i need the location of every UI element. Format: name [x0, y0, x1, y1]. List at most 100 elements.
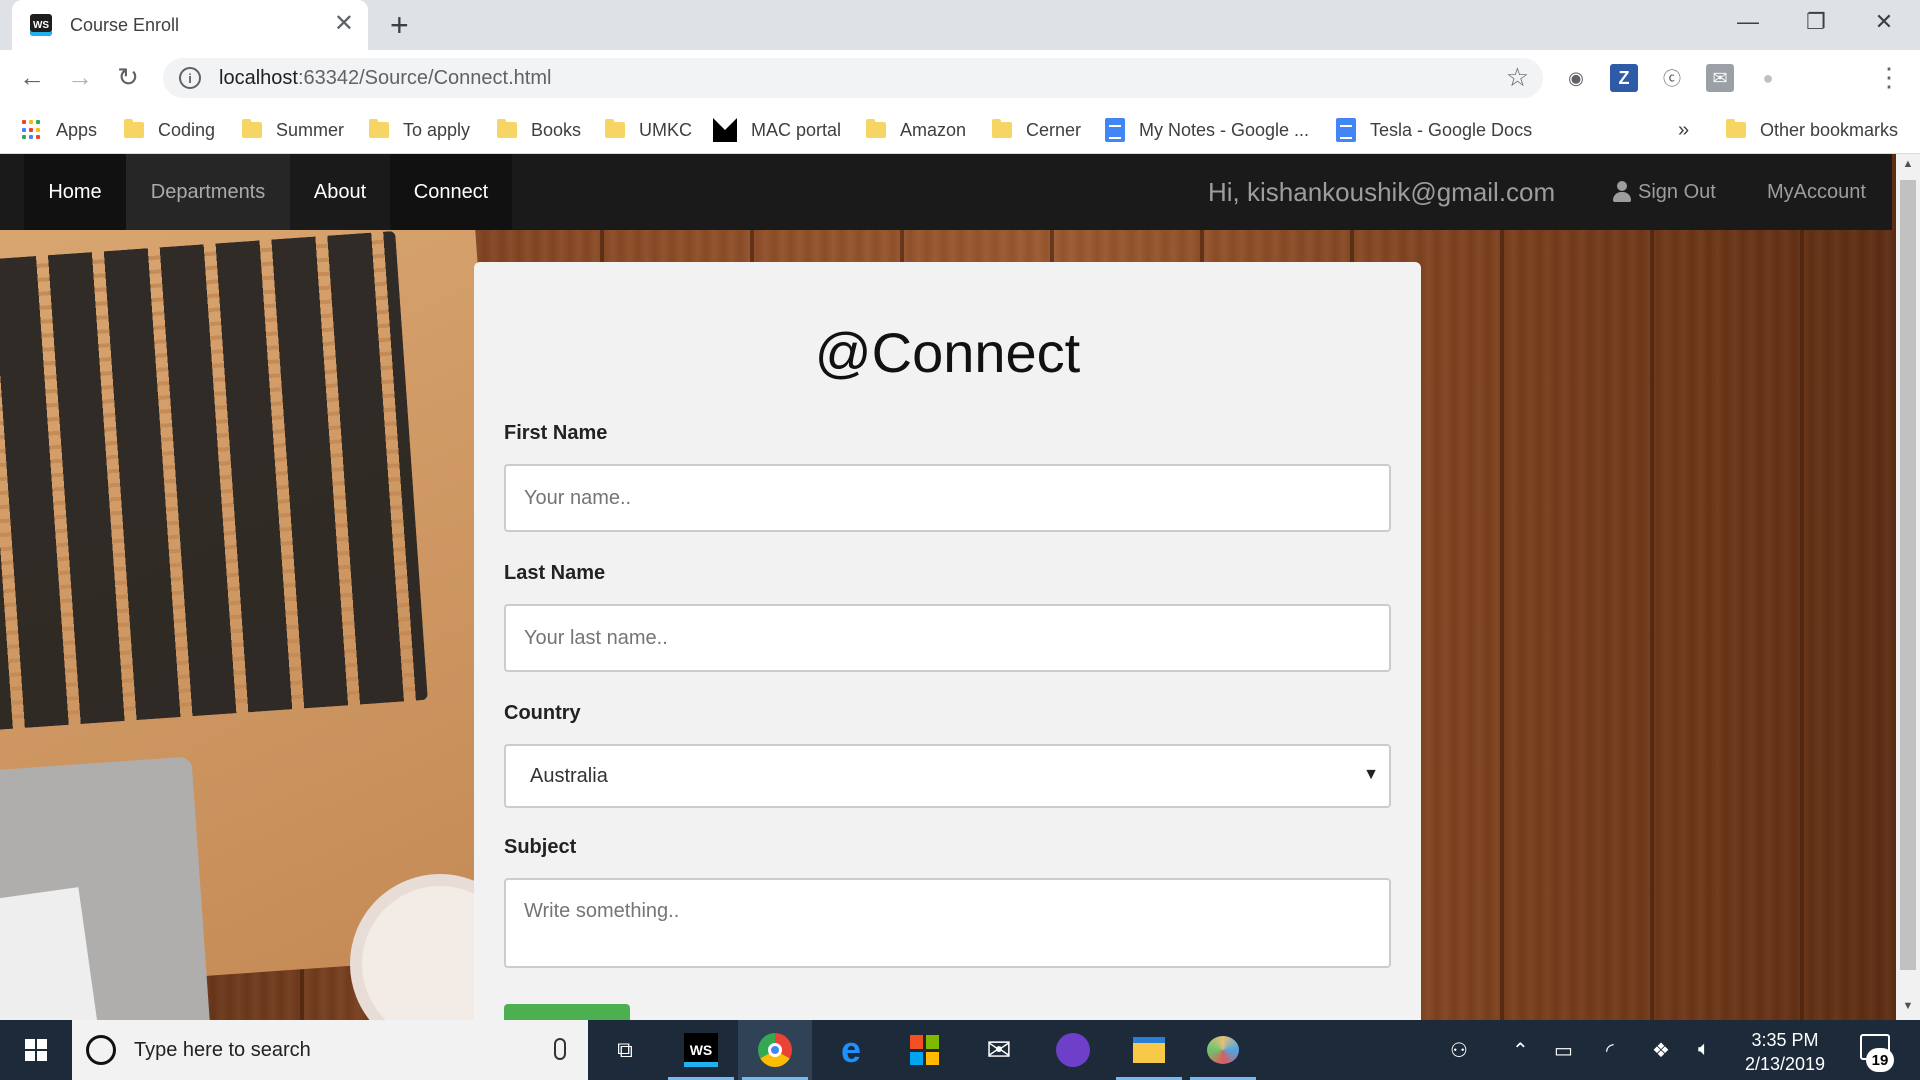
bookmark-star-icon[interactable]: ☆ [1506, 62, 1529, 93]
folder-icon [369, 119, 389, 138]
folder-icon [497, 119, 517, 138]
bookmarks-bar: Apps Coding Summer To apply Books UMKC M… [0, 106, 1920, 154]
new-tab-icon[interactable]: + [390, 8, 409, 42]
site-navbar: Home Departments About Connect Hi, kisha… [0, 154, 1892, 230]
bookmark-other[interactable]: Other bookmarks [1726, 116, 1898, 144]
scroll-up-icon[interactable]: ▲ [1896, 158, 1920, 170]
submit-button[interactable] [504, 1004, 630, 1020]
notification-count-badge: 19 [1866, 1048, 1894, 1072]
page-title: @Connect [814, 321, 1081, 384]
site-info-icon[interactable]: i [179, 67, 201, 89]
bookmark-cerner[interactable]: Cerner [992, 116, 1081, 144]
system-clock[interactable]: 3:35 PM 2/13/2019 [1730, 1028, 1840, 1076]
restore-icon[interactable]: ❐ [1786, 6, 1846, 38]
windows-logo-icon [25, 1039, 47, 1061]
mail-icon[interactable]: ✉ [962, 1020, 1036, 1080]
connect-form-card: @Connect First Name Last Name Country Au… [474, 262, 1421, 1020]
extension-audio-icon[interactable]: ◉ [1562, 64, 1590, 92]
user-icon [1612, 181, 1632, 203]
last-name-input[interactable] [504, 604, 1391, 672]
windows-taskbar: Type here to search ⧉ WS e ✉ ⚇ ⌃ ▭ ◜ ❖ 🔈… [0, 1020, 1920, 1080]
wifi-icon[interactable]: ◜ [1606, 1038, 1614, 1063]
bookmark-to-apply[interactable]: To apply [369, 116, 470, 144]
dropbox-icon[interactable]: ❖ [1652, 1038, 1670, 1063]
nav-connect[interactable]: Connect [390, 154, 512, 230]
folder-icon [242, 119, 262, 138]
webstorm-icon: WS [30, 14, 52, 36]
last-name-label: Last Name [504, 562, 606, 584]
extension-circle-icon[interactable]: ● [1754, 64, 1782, 92]
bookmark-books[interactable]: Books [497, 116, 581, 144]
bookmark-amazon[interactable]: Amazon [866, 116, 966, 144]
minimize-icon[interactable]: — [1718, 6, 1778, 38]
bookmark-umkc[interactable]: UMKC [605, 116, 692, 144]
user-greeting: Hi, kishankoushik@gmail.com [1208, 176, 1556, 207]
apps-icon [22, 120, 42, 140]
file-explorer-icon[interactable] [1112, 1020, 1186, 1080]
chrome-menu-icon[interactable]: ⋮ [1876, 62, 1902, 92]
battery-icon[interactable]: ▭ [1554, 1038, 1573, 1063]
subject-label: Subject [504, 836, 577, 858]
scrollbar-thumb[interactable] [1900, 180, 1916, 970]
country-selected-value: Australia [530, 764, 608, 787]
google-docs-icon [1105, 118, 1125, 142]
bookmark-mac-portal[interactable]: MAC portal [713, 116, 841, 144]
first-name-label: First Name [504, 422, 608, 444]
chrome-taskbar-icon[interactable] [738, 1020, 812, 1080]
start-button[interactable] [0, 1020, 72, 1080]
browser-tabstrip: WS Course Enroll ✕ + — ❐ ✕ [0, 0, 1920, 50]
extension-code-icon[interactable]: ⓒ [1658, 64, 1686, 92]
store-icon[interactable] [888, 1020, 962, 1080]
folder-icon [605, 119, 625, 138]
address-bar[interactable]: i localhost:63342/Source/Connect.html ☆ [163, 58, 1543, 98]
task-view-icon[interactable]: ⧉ [588, 1020, 662, 1080]
browser-tab[interactable]: WS Course Enroll ✕ [12, 0, 368, 50]
github-desktop-icon[interactable] [1036, 1020, 1110, 1080]
people-icon[interactable]: ⚇ [1450, 1038, 1468, 1063]
subject-textarea[interactable] [504, 878, 1391, 968]
taskbar-search[interactable]: Type here to search [72, 1020, 588, 1080]
extension-mail-icon[interactable]: ✉ [1706, 64, 1734, 92]
microphone-icon[interactable] [554, 1038, 566, 1060]
first-name-input[interactable] [504, 464, 1391, 532]
page-scrollbar[interactable]: ▲ ▼ [1896, 154, 1920, 1020]
reload-icon[interactable]: ↻ [112, 62, 144, 92]
edge-icon[interactable]: e [814, 1020, 888, 1080]
bookmark-tesla[interactable]: Tesla - Google Docs [1336, 116, 1532, 144]
close-window-icon[interactable]: ✕ [1854, 6, 1914, 38]
my-account-link[interactable]: MyAccount [1767, 154, 1866, 230]
nav-home[interactable]: Home [24, 154, 126, 230]
extension-z-icon[interactable]: Z [1610, 64, 1638, 92]
forward-icon[interactable]: → [64, 62, 96, 92]
folder-icon [866, 119, 886, 138]
google-docs-icon [1336, 118, 1356, 142]
scroll-down-icon[interactable]: ▼ [1896, 1000, 1920, 1012]
bookmark-my-notes[interactable]: My Notes - Google ... [1105, 116, 1309, 144]
folder-icon [1726, 119, 1746, 138]
paint-icon[interactable] [1186, 1020, 1260, 1080]
folder-icon [992, 119, 1012, 138]
bookmarks-overflow-button[interactable]: » [1678, 116, 1689, 144]
back-icon[interactable]: ← [16, 62, 48, 92]
show-hidden-icons-chevron-icon[interactable]: ⌃ [1512, 1038, 1529, 1063]
page-viewport: Home Departments About Connect Hi, kisha… [0, 154, 1920, 1020]
nav-departments[interactable]: Departments [126, 154, 290, 230]
search-placeholder: Type here to search [134, 1038, 311, 1061]
close-tab-icon[interactable]: ✕ [334, 11, 354, 37]
bookmark-coding[interactable]: Coding [124, 116, 215, 144]
dropdown-arrow-icon: ▼ [1363, 766, 1379, 783]
bookmark-summer[interactable]: Summer [242, 116, 344, 144]
sign-out-link[interactable]: Sign Out [1612, 154, 1716, 230]
url-text[interactable]: localhost:63342/Source/Connect.html [219, 67, 551, 90]
folder-icon [124, 119, 144, 138]
country-select[interactable]: Australia ▼ [504, 744, 1391, 808]
laptop-background-image [0, 195, 526, 1020]
volume-icon[interactable]: 🔈︎ [1698, 1038, 1710, 1061]
webstorm-taskbar-icon[interactable]: WS [664, 1020, 738, 1080]
bookmark-apps[interactable]: Apps [22, 116, 97, 144]
browser-toolbar: ← → ↻ i localhost:63342/Source/Connect.h… [0, 50, 1920, 106]
nav-about[interactable]: About [290, 154, 390, 230]
cortana-icon [86, 1035, 116, 1065]
tab-title: Course Enroll [70, 14, 180, 35]
mac-portal-icon [713, 118, 737, 142]
